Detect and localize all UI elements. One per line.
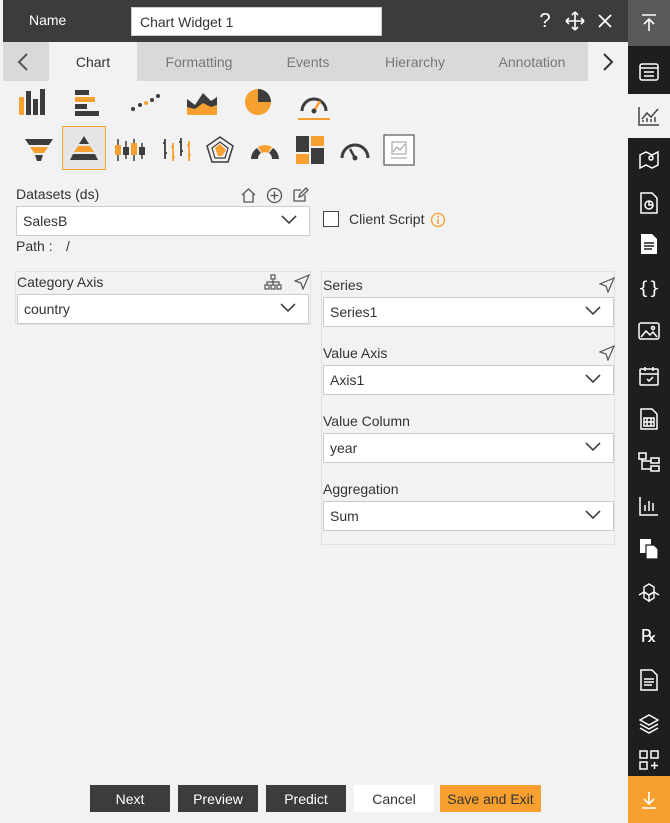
bar-chart-icon[interactable] <box>11 80 55 124</box>
radar-chart-icon[interactable] <box>198 128 242 172</box>
document-widget-icon[interactable] <box>628 222 670 266</box>
report-widget-icon[interactable] <box>628 181 670 225</box>
series-label: Series <box>323 277 363 293</box>
collapse-top-icon[interactable] <box>628 0 670 46</box>
collapse-bottom-icon[interactable] <box>628 776 670 823</box>
path-value: / <box>66 238 70 254</box>
cancel-button[interactable]: Cancel <box>354 785 434 812</box>
hierarchy-icon[interactable] <box>264 273 282 291</box>
layers-icon[interactable] <box>628 702 670 746</box>
header-actions: ? <box>534 10 616 32</box>
scatter-chart-icon[interactable] <box>123 80 167 124</box>
aggregation-select[interactable]: Sum <box>323 501 614 531</box>
r-script-widget-icon[interactable]: ℞ <box>628 614 670 658</box>
navigate-icon[interactable] <box>293 273 311 291</box>
series-select[interactable]: Series1 <box>323 297 614 327</box>
tree-widget-icon[interactable] <box>628 440 670 484</box>
dataset-label: Datasets (ds) <box>16 186 100 202</box>
chevron-down-icon <box>585 374 601 384</box>
image-widget-icon[interactable] <box>628 310 670 354</box>
tab-formatting[interactable]: Formatting <box>149 42 249 81</box>
next-button[interactable]: Next <box>90 785 170 812</box>
tab-scroll-right-icon[interactable] <box>588 42 628 81</box>
pyramid-chart-icon[interactable] <box>62 126 106 170</box>
category-axis-value: country <box>24 301 70 317</box>
area-chart-icon[interactable] <box>180 80 224 124</box>
home-icon[interactable] <box>239 186 257 204</box>
chevron-down-icon <box>585 306 601 316</box>
navigate-icon[interactable] <box>598 276 616 294</box>
text-widget-icon[interactable] <box>628 658 670 702</box>
tab-scroll-left-icon[interactable] <box>3 42 43 81</box>
pie-chart-icon[interactable] <box>236 80 280 124</box>
category-axis-select[interactable]: country <box>17 294 309 324</box>
dataset-select[interactable]: SalesB <box>16 206 310 236</box>
candlestick-chart-icon[interactable] <box>108 128 152 172</box>
move-icon[interactable] <box>564 10 586 32</box>
name-label: Name <box>29 12 67 28</box>
calculator-widget-icon[interactable] <box>628 397 670 441</box>
chevron-down-icon <box>281 215 297 225</box>
client-script-label: Client Script <box>349 211 425 227</box>
value-axis-select[interactable]: Axis1 <box>323 365 614 395</box>
properties-icon[interactable] <box>628 50 670 94</box>
help-icon[interactable]: ? <box>534 10 556 32</box>
custom-chart-icon[interactable] <box>377 128 421 172</box>
value-column-value: year <box>330 440 358 456</box>
treemap-chart-icon[interactable] <box>288 128 332 172</box>
tab-events[interactable]: Events <box>265 42 351 81</box>
preview-button[interactable]: Preview <box>178 785 258 812</box>
cube-widget-icon[interactable] <box>628 571 670 615</box>
client-script-checkbox[interactable] <box>323 211 339 227</box>
copy-widget-icon[interactable] <box>628 527 670 571</box>
value-axis-value: Axis1 <box>330 372 365 388</box>
value-column-select[interactable]: year <box>323 433 614 463</box>
add-dataset-icon[interactable] <box>265 186 283 204</box>
series-value: Series1 <box>330 304 378 320</box>
dataset-value: SalesB <box>23 213 68 229</box>
edit-dataset-icon[interactable] <box>291 185 309 203</box>
chevron-down-icon <box>585 442 601 452</box>
category-axis-label: Category Axis <box>17 274 104 290</box>
save-and-exit-button[interactable]: Save and Exit <box>440 785 541 812</box>
script-widget-icon[interactable]: {} <box>628 266 670 310</box>
info-icon[interactable] <box>429 211 447 229</box>
navigate-icon[interactable] <box>598 344 616 362</box>
widget-header: Name ? <box>3 0 628 42</box>
chart-widget-icon[interactable] <box>628 94 670 138</box>
tab-hierarchy[interactable]: Hierarchy <box>369 42 461 81</box>
tab-annotation[interactable]: Annotation <box>483 42 581 81</box>
close-icon[interactable] <box>594 10 616 32</box>
funnel-chart-icon[interactable] <box>17 128 61 172</box>
path-label: Path : <box>16 238 53 254</box>
speedometer-chart-icon[interactable] <box>333 128 377 172</box>
horizontal-bar-chart-icon[interactable] <box>66 80 110 124</box>
calendar-widget-icon[interactable] <box>628 354 670 398</box>
value-axis-label: Value Axis <box>323 345 388 361</box>
widget-name-input[interactable] <box>131 7 382 36</box>
add-widget-icon[interactable] <box>628 745 670 775</box>
value-column-label: Value Column <box>323 413 410 429</box>
selected-category-underline <box>298 118 330 120</box>
tab-bar: Chart Formatting Events Hierarchy Annota… <box>3 42 628 81</box>
tab-chart[interactable]: Chart <box>49 42 137 81</box>
chevron-down-icon <box>585 510 601 520</box>
predict-button[interactable]: Predict <box>266 785 346 812</box>
chevron-down-icon <box>280 303 296 313</box>
aggregation-label: Aggregation <box>323 481 399 497</box>
ohlc-chart-icon[interactable] <box>154 128 198 172</box>
map-widget-icon[interactable] <box>628 138 670 182</box>
semi-gauge-chart-icon[interactable] <box>243 128 287 172</box>
kpi-widget-icon[interactable] <box>628 484 670 528</box>
aggregation-value: Sum <box>330 508 359 524</box>
